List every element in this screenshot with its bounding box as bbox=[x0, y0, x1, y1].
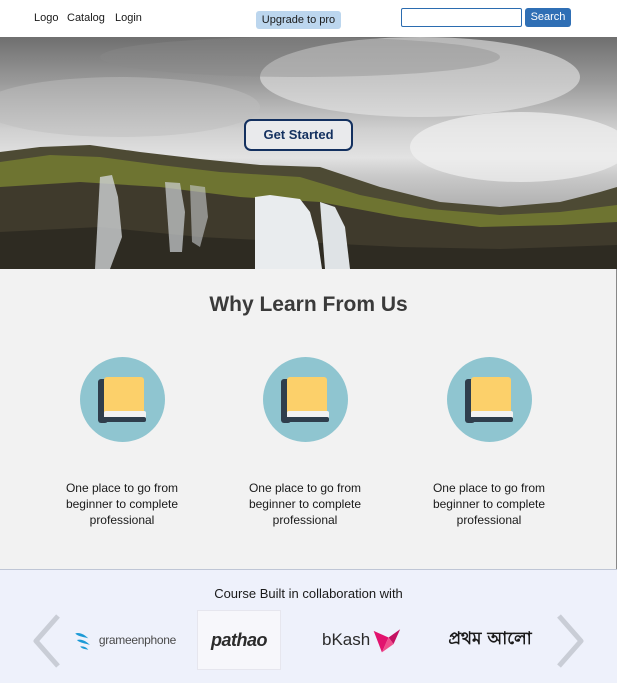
partners-section: Course Built in collaboration with grame… bbox=[0, 569, 617, 683]
search-button[interactable]: Search bbox=[525, 8, 571, 27]
upgrade-button[interactable]: Upgrade to pro bbox=[256, 11, 341, 29]
partner-logo-pathao: pathao bbox=[197, 610, 281, 670]
bkash-bird-icon bbox=[373, 629, 401, 653]
book-icon bbox=[98, 377, 146, 423]
feature-icon-circle bbox=[447, 357, 532, 442]
chevron-left-icon[interactable] bbox=[32, 614, 62, 668]
partners-title: Course Built in collaboration with bbox=[214, 586, 403, 601]
book-icon bbox=[281, 377, 329, 423]
nav-login-link[interactable]: Login bbox=[115, 12, 142, 24]
features-title: Why Learn From Us bbox=[209, 293, 408, 316]
bkash-text: bKash bbox=[322, 630, 371, 649]
book-icon bbox=[465, 377, 513, 423]
hero-banner: Get Started bbox=[0, 37, 617, 269]
nav-logo-link[interactable]: Logo bbox=[34, 12, 58, 24]
partner-logo-prothom-alo: প্রথম আলো bbox=[438, 610, 542, 670]
prothom-alo-text: প্রথম আলো bbox=[448, 629, 532, 649]
grameenphone-text: grameenphone bbox=[98, 633, 176, 647]
features-section: Why Learn From Us One place to go from b… bbox=[0, 269, 617, 569]
top-navbar: Logo Catalog Login Upgrade to pro Search bbox=[0, 0, 617, 37]
pathao-text: pathao bbox=[210, 629, 268, 650]
nav-catalog-link[interactable]: Catalog bbox=[67, 12, 105, 24]
partner-logo-grameenphone: grameenphone bbox=[72, 610, 176, 670]
chevron-right-icon[interactable] bbox=[555, 614, 585, 668]
feature-text: One place to go from beginner to complet… bbox=[432, 481, 546, 527]
search-input[interactable] bbox=[401, 8, 522, 27]
feature-text: One place to go from beginner to complet… bbox=[65, 481, 179, 527]
waterfall-landscape-image bbox=[0, 37, 617, 269]
feature-icon-circle bbox=[263, 357, 348, 442]
feature-text: One place to go from beginner to complet… bbox=[248, 481, 362, 527]
get-started-button[interactable]: Get Started bbox=[244, 119, 353, 151]
partner-logo-bkash: bKash bbox=[322, 610, 402, 670]
grameenphone-icon bbox=[75, 633, 90, 650]
feature-icon-circle bbox=[80, 357, 165, 442]
